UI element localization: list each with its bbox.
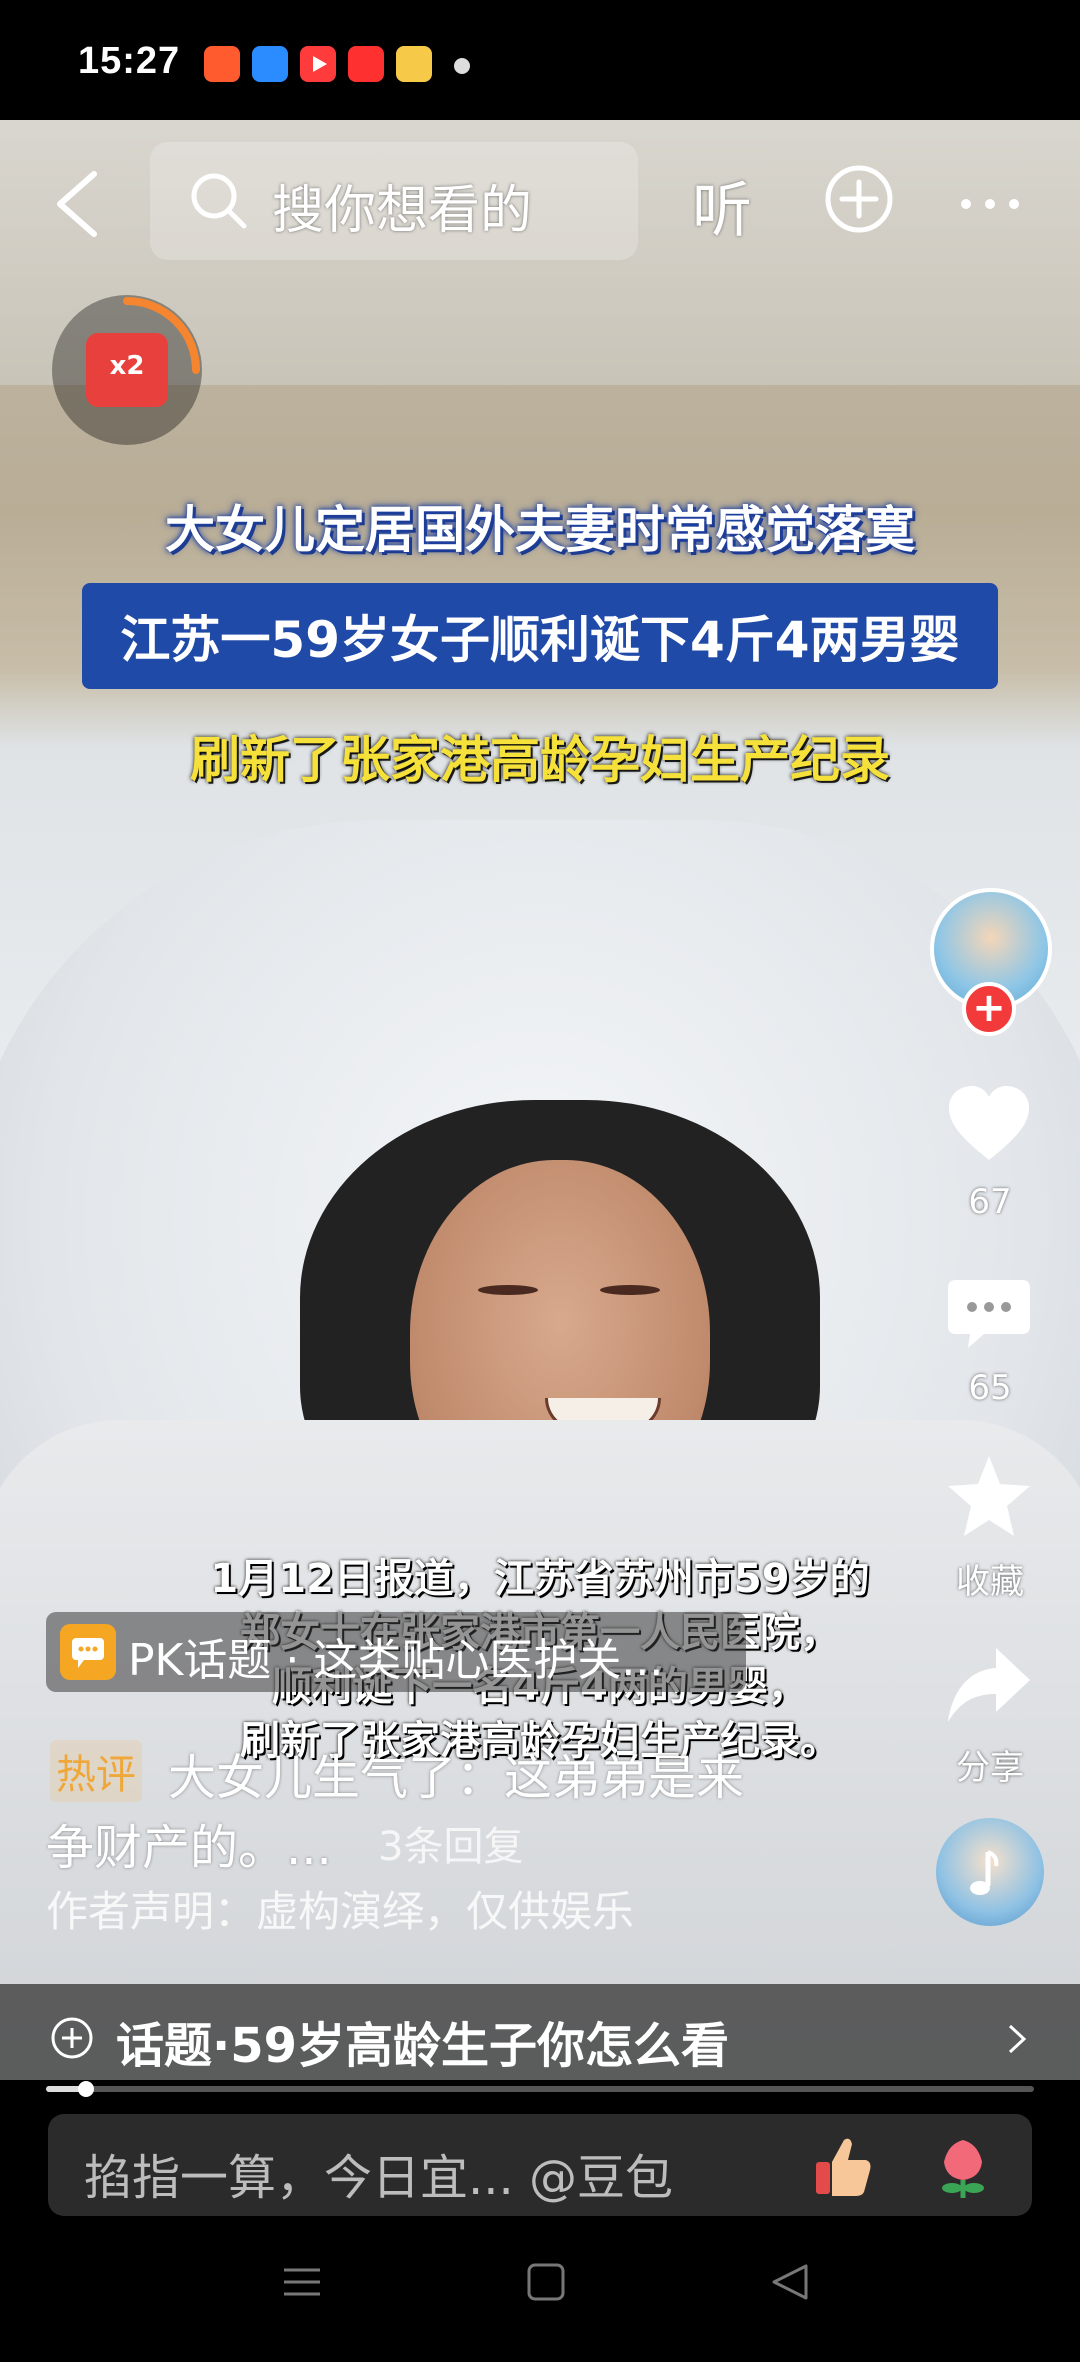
home-square-icon [527, 2263, 565, 2301]
star-icon [948, 1456, 1030, 1536]
chevron-right-icon[interactable] [1006, 2022, 1028, 2056]
share-arrow-icon [948, 1648, 1030, 1722]
back-triangle-icon [772, 2264, 808, 2300]
home-nav-button[interactable] [526, 2262, 566, 2306]
red-packet-icon: x2 [86, 333, 168, 407]
search-icon [188, 170, 250, 232]
blue-app-icon [252, 46, 288, 82]
comment-input-placeholder[interactable]: 掐指一算，今日宜... @豆包 [84, 2138, 673, 2208]
menu-lines-icon [284, 2268, 320, 2296]
heart-icon [949, 1086, 1029, 1160]
thumbs-up-emoji-icon[interactable] [808, 2132, 878, 2202]
search-placeholder[interactable]: 搜你想看的 [272, 168, 532, 243]
publish-button[interactable] [824, 164, 894, 234]
topic-text[interactable]: 话题·59岁高龄生子你怎么看 [116, 2006, 729, 2076]
flower-emoji-icon[interactable] [928, 2132, 998, 2202]
status-bar: 15:27 [0, 0, 1080, 120]
comment-input[interactable]: 掐指一算，今日宜... @豆包 [48, 2114, 1032, 2216]
taobao-app-icon [204, 46, 240, 82]
comment-count: 65 [968, 1368, 1012, 1408]
video-subtitle-line: 1月12日报道，江苏省苏州市59岁的 [210, 1556, 870, 1602]
video-app-icon [300, 46, 336, 82]
music-disc[interactable] [936, 1818, 1044, 1926]
video-caption-line2: 江苏一59岁女子顺利诞下4斤4两男婴 [120, 611, 960, 669]
back-nav-button[interactable] [770, 2262, 810, 2306]
like-button[interactable] [944, 1080, 1034, 1170]
author-disclaimer: 作者声明：虚构演绎，仅供娱乐 [46, 1887, 635, 1936]
comment-bubble-icon [948, 1280, 1030, 1348]
like-count: 67 [968, 1182, 1012, 1222]
back-arrow-icon [57, 171, 97, 237]
pk-topic-text: PK话题 · 这类贴心医护关... [128, 1635, 664, 1686]
more-dots-icon [961, 199, 1019, 209]
hot-comment-replies[interactable]: 3条回复 [378, 1814, 523, 1872]
comment-button[interactable] [944, 1270, 1034, 1360]
hot-comment-line1[interactable]: 大女儿生气了：这弟弟是来 [168, 1738, 744, 1808]
photo-app-icon [396, 46, 432, 82]
video-caption-line3: 刷新了张家港高龄孕妇生产纪录 [190, 731, 890, 789]
red-packet-multiplier: x2 [109, 351, 145, 381]
chat-bubble-icon [60, 1624, 116, 1680]
music-note-icon [970, 1850, 999, 1895]
plus-circle-icon [825, 165, 893, 233]
share-label: 分享 [956, 1748, 1024, 1788]
video-person-eye [478, 1285, 538, 1295]
red-packet-reward[interactable]: x2 [52, 295, 202, 445]
notification-dot-icon [454, 58, 470, 74]
back-button[interactable] [50, 168, 106, 240]
status-time: 15:27 [78, 40, 181, 82]
share-button[interactable] [944, 1640, 1034, 1730]
more-options-button[interactable] [960, 195, 1020, 209]
favorite-label: 收藏 [956, 1562, 1024, 1602]
menu-nav-button[interactable] [282, 2262, 322, 2306]
toutiao-app-icon [348, 46, 384, 82]
hot-comment-line2[interactable]: 争财产的。... [46, 1808, 332, 1878]
topic-plus-icon [50, 2016, 94, 2060]
playback-progress-knob[interactable] [77, 2081, 94, 2097]
pk-topic-chip[interactable]: PK话题 · 这类贴心医护关... [46, 1612, 746, 1692]
listen-button[interactable]: 听 [692, 162, 752, 249]
follow-button[interactable]: + [962, 982, 1016, 1036]
video-caption-line1: 大女儿定居国外夫妻时常感觉落寞 [165, 501, 915, 559]
playback-progress-bar[interactable] [46, 2081, 1034, 2097]
hot-comment-tag: 热评 [50, 1740, 142, 1802]
favorite-button[interactable] [944, 1452, 1034, 1542]
system-nav-bar [0, 2216, 1080, 2362]
video-person-eye [600, 1285, 660, 1295]
